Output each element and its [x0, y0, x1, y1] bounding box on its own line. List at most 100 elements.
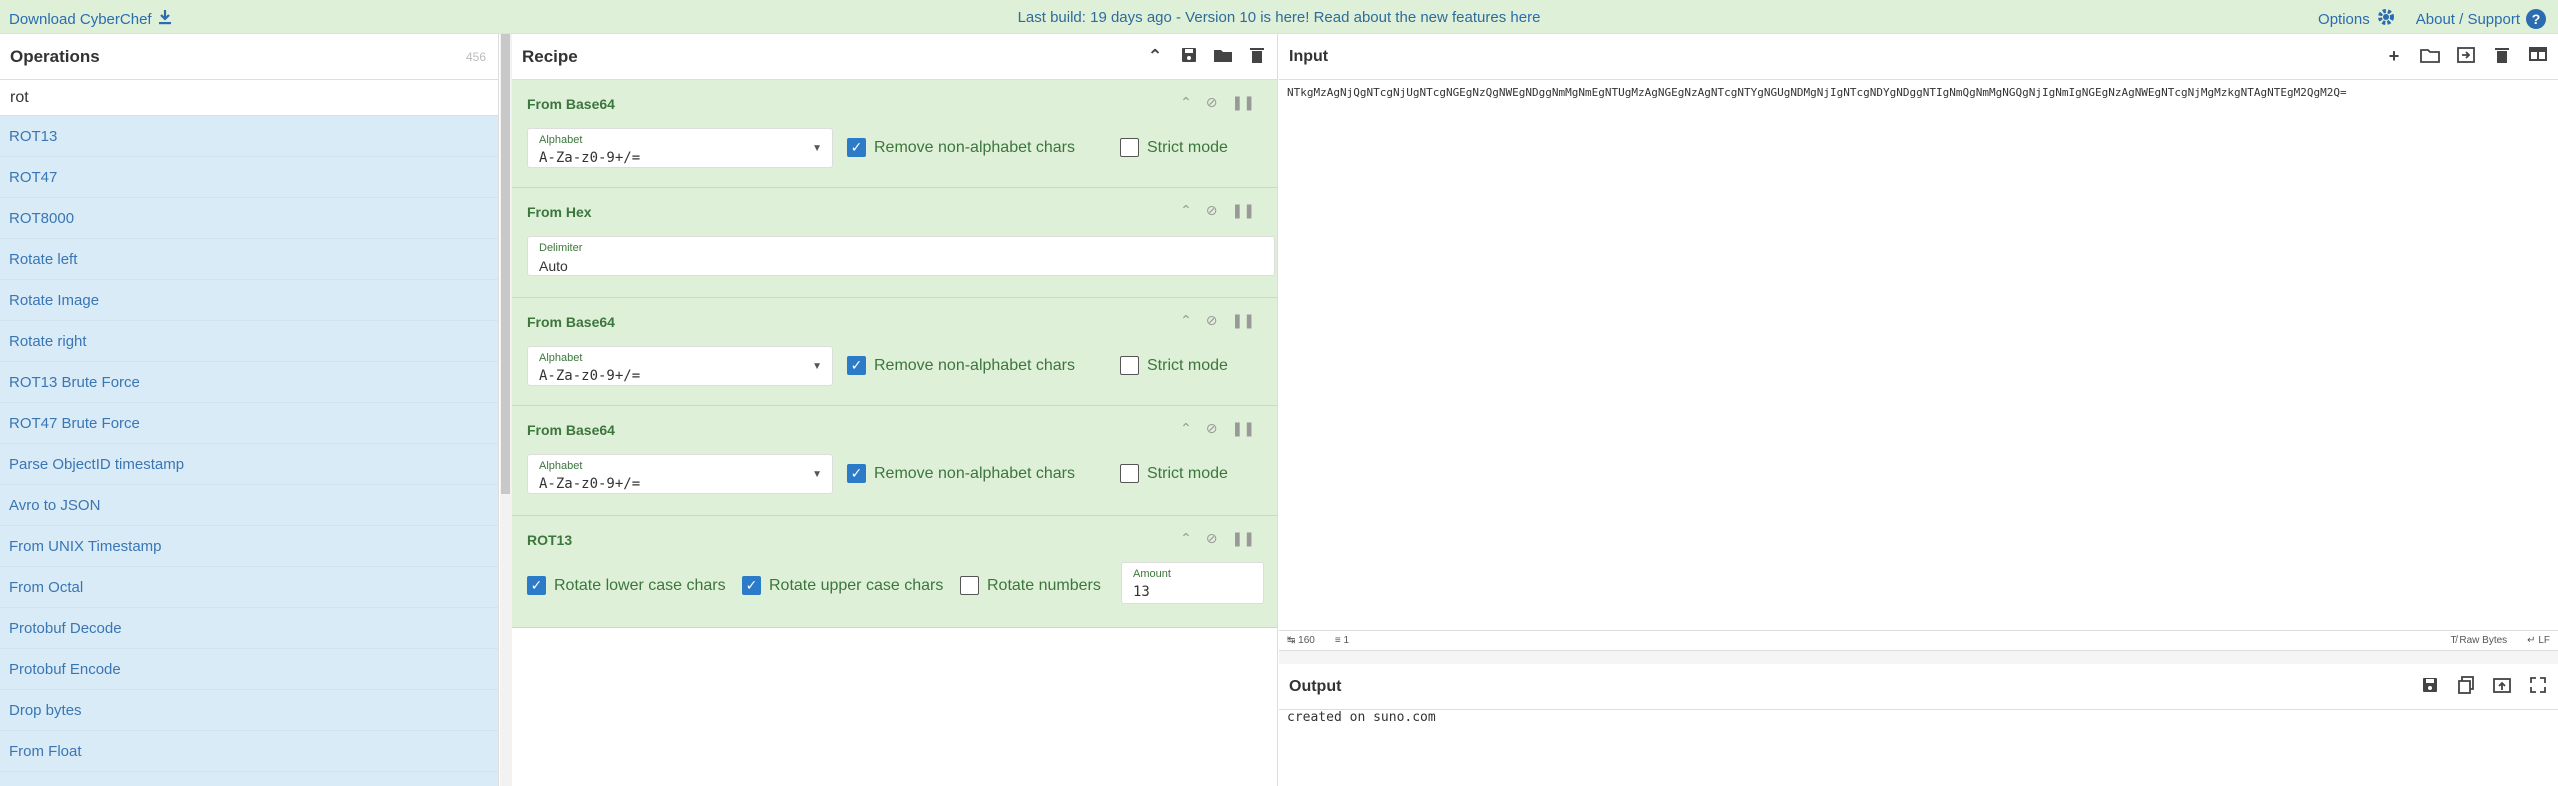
field-value: A-Za-z0-9+/= [539, 368, 641, 384]
trash-icon[interactable] [1247, 46, 1267, 66]
checkbox-checked-icon[interactable]: ✓ [742, 576, 761, 595]
disable-icon[interactable]: ⊘ [1206, 420, 1218, 437]
recipe-op-rot13[interactable]: ROT13 ⌃ ⊘ ❚❚ ✓ Rotate lower case chars ✓ R… [512, 516, 1277, 628]
pane-gutter[interactable] [500, 34, 512, 786]
remove-non-alphabet-checkbox[interactable]: ✓ Remove non-alphabet chars [847, 464, 1075, 483]
checkbox-checked-icon[interactable]: ✓ [847, 464, 866, 483]
list-item[interactable]: ROT13 Brute Force [0, 362, 498, 403]
list-item[interactable]: ROT13 [0, 116, 498, 157]
checkbox-unchecked-icon[interactable] [960, 576, 979, 595]
eol-selector[interactable]: ↵ LF [2527, 635, 2550, 646]
strict-mode-checkbox[interactable]: Strict mode [1120, 464, 1228, 483]
rotate-numbers-checkbox[interactable]: Rotate numbers [960, 576, 1101, 595]
field-value: A-Za-z0-9+/= [539, 150, 641, 166]
options-label[interactable]: Options [2318, 11, 2370, 28]
checkbox-checked-icon[interactable]: ✓ [847, 138, 866, 157]
caret-down-icon[interactable]: ▼ [812, 361, 822, 372]
lines-icon: ≡ [1334, 635, 1341, 646]
recipe-op-from-base64[interactable]: From Base64 ⌃ ⊘ ❚❚ Alphabet A-Za-z0-9+/= ▼… [512, 80, 1277, 188]
disable-icon[interactable]: ⊘ [1206, 94, 1218, 111]
collapse-icon[interactable]: ⌃ [1180, 420, 1192, 437]
rotate-lower-checkbox[interactable]: ✓ Rotate lower case chars [527, 576, 726, 595]
folder-icon[interactable] [1213, 46, 1233, 66]
alphabet-select[interactable]: Alphabet A-Za-z0-9+/= ▼ [527, 346, 833, 386]
list-item[interactable]: Protobuf Encode [0, 649, 498, 690]
alphabet-select[interactable]: Alphabet A-Za-z0-9+/= ▼ [527, 454, 833, 494]
collapse-icon[interactable]: ⌃ [1180, 94, 1192, 111]
replace-input-icon[interactable] [2492, 676, 2512, 696]
list-item[interactable]: Parse ObjectID timestamp [0, 444, 498, 485]
disable-icon[interactable]: ⊘ [1206, 530, 1218, 547]
options-button[interactable]: Options [2318, 7, 2396, 31]
list-item[interactable]: From Float [0, 731, 498, 772]
pause-icon[interactable]: ❚❚ [1232, 530, 1255, 547]
io-resize-divider[interactable] [1279, 650, 2558, 664]
open-file-icon[interactable] [2456, 46, 2476, 66]
input-textarea[interactable]: NTkgMzAgNjQgNTcgNjUgNTcgNGEgNzQgNWEgNDgg… [1287, 86, 2347, 99]
list-item[interactable]: From UNIX Timestamp [0, 526, 498, 567]
list-item[interactable]: Avro to JSON [0, 485, 498, 526]
remove-non-alphabet-checkbox[interactable]: ✓ Remove non-alphabet chars [847, 356, 1075, 375]
list-item[interactable]: ROT47 [0, 157, 498, 198]
list-item[interactable]: ROT8000 [0, 198, 498, 239]
pause-icon[interactable]: ❚❚ [1232, 420, 1255, 437]
checkbox-checked-icon[interactable]: ✓ [847, 356, 866, 375]
about-label[interactable]: About / Support [2416, 11, 2520, 28]
layout-icon[interactable] [2528, 46, 2548, 66]
list-item[interactable]: ROT47 Brute Force [0, 403, 498, 444]
operations-header: Operations 456 [0, 34, 498, 80]
encoding-label[interactable]: Raw Bytes [2459, 635, 2507, 646]
eol-label[interactable]: LF [2538, 635, 2550, 646]
collapse-icon[interactable]: ⌃ [1180, 202, 1192, 219]
pause-icon[interactable]: ❚❚ [1232, 94, 1255, 111]
save-icon[interactable] [2420, 676, 2440, 696]
recipe-op-from-hex[interactable]: From Hex ⌃ ⊘ ❚❚ Delimiter Auto [512, 188, 1277, 298]
input-lines: 1 [1343, 635, 1350, 646]
delimiter-field[interactable]: Delimiter Auto [527, 236, 1275, 276]
caret-down-icon[interactable]: ▼ [812, 143, 822, 154]
list-item[interactable]: Rotate Image [0, 280, 498, 321]
operations-scrollbar[interactable] [501, 34, 510, 494]
recipe-op-from-base64[interactable]: From Base64 ⌃ ⊘ ❚❚ Alphabet A-Za-z0-9+/= ▼… [512, 298, 1277, 406]
disable-icon[interactable]: ⊘ [1206, 202, 1218, 219]
list-item[interactable]: Protobuf Decode [0, 608, 498, 649]
checkbox-unchecked-icon[interactable] [1120, 356, 1139, 375]
pause-icon[interactable]: ❚❚ [1232, 312, 1255, 329]
operations-search-input[interactable]: rot [0, 80, 498, 116]
add-tab-icon[interactable]: + [2384, 46, 2404, 66]
list-item[interactable]: From Octal [0, 567, 498, 608]
help-icon[interactable]: ? [2526, 9, 2546, 29]
gear-icon[interactable] [2376, 7, 2396, 31]
rotate-upper-checkbox[interactable]: ✓ Rotate upper case chars [742, 576, 943, 595]
checkbox-unchecked-icon[interactable] [1120, 138, 1139, 157]
trash-icon[interactable] [2492, 46, 2512, 66]
collapse-icon[interactable]: ⌃ [1180, 312, 1192, 329]
chevron-up-icon[interactable]: ⌃ [1145, 46, 1165, 66]
strict-mode-checkbox[interactable]: Strict mode [1120, 138, 1228, 157]
strict-mode-checkbox[interactable]: Strict mode [1120, 356, 1228, 375]
maximize-icon[interactable] [2528, 676, 2548, 696]
list-item[interactable]: Rotate right [0, 321, 498, 362]
caret-down-icon[interactable]: ▼ [812, 469, 822, 480]
encoding-selector[interactable]: T̸ Raw Bytes [2450, 635, 2507, 646]
recipe-op-from-base64[interactable]: From Base64 ⌃ ⊘ ❚❚ Alphabet A-Za-z0-9+/= ▼… [512, 406, 1277, 516]
open-folder-icon[interactable] [2420, 46, 2440, 66]
copy-icon[interactable] [2456, 676, 2476, 696]
save-icon[interactable] [1179, 46, 1199, 66]
remove-non-alphabet-checkbox[interactable]: ✓ Remove non-alphabet chars [847, 138, 1075, 157]
checkbox-checked-icon[interactable]: ✓ [527, 576, 546, 595]
disable-icon[interactable]: ⊘ [1206, 312, 1218, 329]
return-icon[interactable]: ↵ [2527, 635, 2535, 646]
alphabet-select[interactable]: Alphabet A-Za-z0-9+/= ▼ [527, 128, 833, 168]
pause-icon[interactable]: ❚❚ [1232, 202, 1255, 219]
amount-field[interactable]: Amount 13 [1121, 562, 1264, 604]
notice-link[interactable]: here [1510, 9, 1540, 26]
checkbox-unchecked-icon[interactable] [1120, 464, 1139, 483]
op-title: From Hex [527, 204, 592, 220]
output-textarea[interactable]: created on suno.com [1287, 710, 1436, 725]
list-item[interactable]: Drop bytes [0, 690, 498, 731]
text-encoding-icon[interactable]: T̸ [2450, 635, 2456, 646]
collapse-icon[interactable]: ⌃ [1180, 530, 1192, 547]
about-support-button[interactable]: About / Support ? [2416, 9, 2546, 29]
list-item[interactable]: Rotate left [0, 239, 498, 280]
